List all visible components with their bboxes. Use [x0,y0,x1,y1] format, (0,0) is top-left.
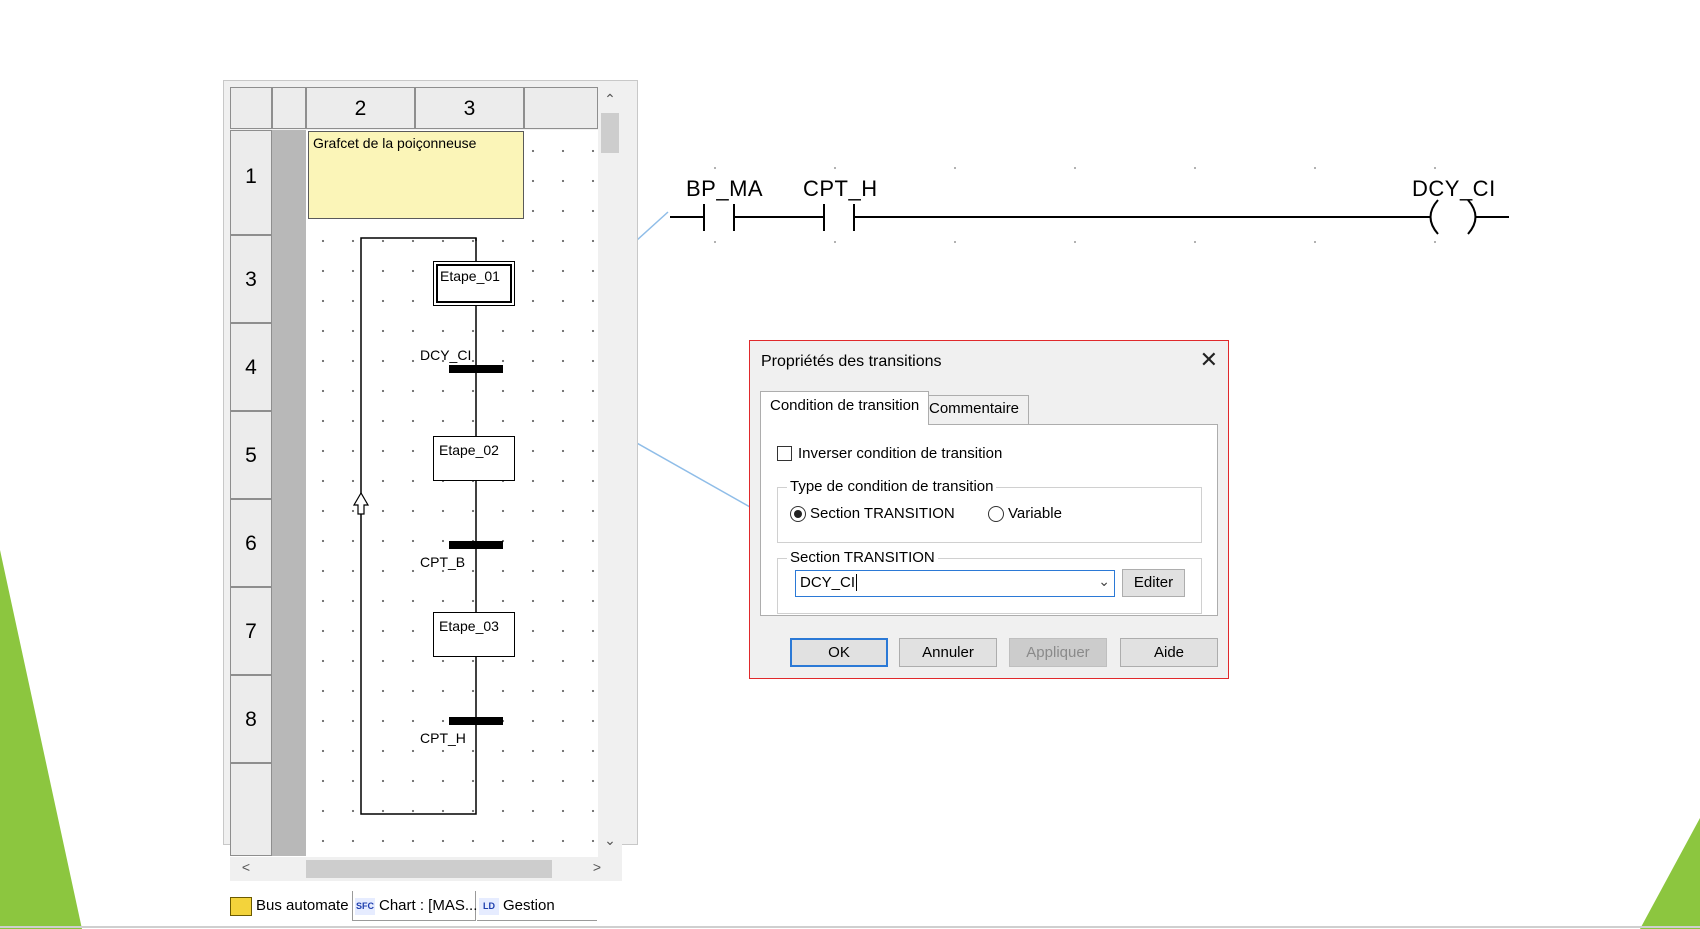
tab-condition-de-transition[interactable]: Condition de transition [760,391,930,425]
step-label: Etape_02 [439,442,499,458]
step-label: Etape_01 [440,268,500,284]
scroll-down-arrow[interactable]: ⌄ [600,832,620,849]
ld-icon: LD [479,897,499,915]
ok-button[interactable]: OK [790,638,888,667]
step-etape-03[interactable]: Etape_03 [433,612,515,657]
column-header-2[interactable]: 2 [306,87,415,129]
column-header-blank [272,87,306,129]
radio-variable-label: Variable [1008,505,1062,522]
close-icon[interactable]: ✕ [1200,347,1218,373]
dialog-title: Propriétés des transitions [761,353,942,370]
sfc-chart-icon: SFC [355,897,375,915]
contact-label-cpt-h: CPT_H [803,176,878,201]
row-header-8[interactable]: 8 [230,675,272,763]
sfc-grid[interactable]: Grafcet de la poiçonneuse Etape_01 DCY_C… [306,130,598,856]
green-triangle-right [1640,818,1700,929]
row-header-1[interactable]: 1 [230,130,272,235]
help-button[interactable]: Aide [1120,638,1218,667]
radio-section-transition[interactable] [790,506,806,522]
contact-label-bp-ma: BP_MA [686,176,764,201]
scroll-up-arrow[interactable]: ⌃ [600,91,620,108]
row-header-6[interactable]: 6 [230,499,272,587]
margin-strip [272,130,306,856]
horizontal-scroll-thumb[interactable] [306,860,552,878]
transition-label-1: DCY_CI [420,347,472,363]
tab-commentaire[interactable]: Commentaire [919,395,1030,424]
transition-label-3: CPT_H [420,730,466,746]
transition-bar-2[interactable] [449,541,503,549]
radio-section-transition-label: Section TRANSITION [810,505,955,522]
tab-chart[interactable]: SFC Chart : [MAS... [352,891,478,921]
row-header-7[interactable]: 7 [230,587,272,675]
column-header-3[interactable]: 3 [415,87,524,129]
step-etape-01[interactable]: Etape_01 [433,261,515,306]
tab-bus-automate[interactable]: Bus automate [224,891,354,921]
coil-label-dcy-ci: DCY_CI [1412,176,1496,201]
green-triangle-left [0,550,82,929]
ladder-rung [670,167,1509,243]
row-header-9[interactable] [230,763,272,856]
row-header-5[interactable]: 5 [230,411,272,499]
sfc-editor-window: 2 3 1 3 4 5 6 7 8 Grafcet de la poiçonne… [223,80,638,921]
bus-icon [230,896,252,916]
condition-type-legend: Type de condition de transition [787,478,997,495]
apply-button[interactable]: Appliquer [1009,638,1107,667]
tab-gestion[interactable]: LD Gestion [477,891,597,921]
invert-condition-label: Inverser condition de transition [798,445,1003,462]
section-transition-combobox[interactable]: DCY_CI ⌄ [795,570,1115,597]
invert-condition-checkbox[interactable] [777,446,792,461]
edit-button[interactable]: Editer [1122,569,1185,597]
transition-bar-3[interactable] [449,717,503,725]
transition-label-2: CPT_B [420,554,466,570]
column-header-4[interactable] [524,87,598,129]
sfc-links [352,237,477,815]
step-etape-02[interactable]: Etape_02 [433,436,515,481]
cancel-button[interactable]: Annuler [899,638,997,667]
chevron-down-icon[interactable]: ⌄ [1098,573,1110,590]
tab-label: Chart : [MAS... [379,897,478,914]
tab-label: Gestion [503,897,555,914]
corner-header [230,87,272,129]
loop-up-arrow-icon [352,491,370,515]
horizontal-scrollbar[interactable]: < > [230,857,622,881]
row-header-4[interactable]: 4 [230,323,272,411]
section-transition-legend: Section TRANSITION [787,549,938,566]
row-header-3[interactable]: 3 [230,235,272,323]
tab-label: Bus automate [256,897,349,914]
combobox-value: DCY_CI [800,574,856,591]
transition-bar-1[interactable] [449,365,503,373]
condition-type-group: Type de condition de transition Section … [777,478,1202,543]
vertical-scroll-thumb[interactable] [601,113,619,153]
scroll-right-arrow[interactable]: > [587,859,607,875]
transition-properties-dialog: Propriétés des transitions ✕ Condition d… [749,340,1229,679]
vertical-scrollbar[interactable]: ⌃ ⌄ [598,87,622,857]
radio-variable[interactable] [988,506,1004,522]
step-label: Etape_03 [439,618,499,634]
scroll-left-arrow[interactable]: < [236,859,256,875]
